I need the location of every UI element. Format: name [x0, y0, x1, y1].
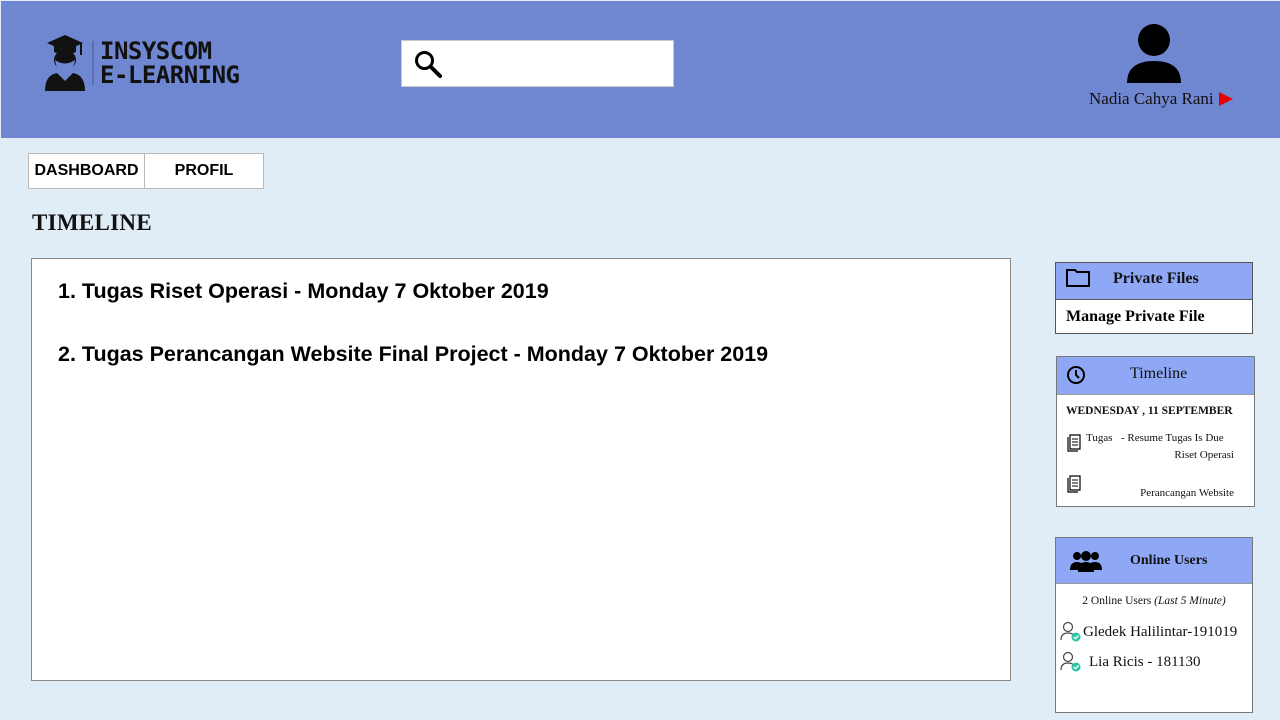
tab-profil[interactable]: PROFIL [145, 154, 263, 188]
tab-dashboard[interactable]: DASHBOARD [29, 154, 145, 188]
user-online-icon [1060, 651, 1081, 672]
timeline-date: WEDNESDAY , 11 SEPTEMBER [1066, 405, 1233, 417]
private-files-card: Private Files Manage Private File [1055, 262, 1253, 334]
timeline-panel: 1. Tugas Riset Operasi - Monday 7 Oktobe… [31, 258, 1011, 681]
nav-tabs: DASHBOARD PROFIL [28, 153, 264, 189]
logo-text: INSYSCOM E-LEARNING [100, 39, 240, 87]
logo-divider [92, 41, 94, 85]
dropdown-caret-icon[interactable] [1218, 91, 1234, 107]
users-group-icon [1070, 551, 1102, 572]
folder-icon [1066, 269, 1090, 287]
page-title: TIMELINE [32, 210, 152, 235]
top-header: INSYSCOM E-LEARNING Nadia Cahya Rani [1, 1, 1280, 138]
user-avatar-icon [1127, 24, 1181, 83]
user-online-icon [1060, 621, 1081, 642]
user-menu[interactable]: Nadia Cahya Rani [1081, 21, 1251, 121]
search-box[interactable] [401, 40, 674, 87]
online-users-card: Online Users 2 Online Users (Last 5 Minu… [1055, 537, 1253, 713]
private-files-title: Private Files [1113, 270, 1199, 287]
online-users-title: Online Users [1130, 553, 1208, 568]
online-user[interactable]: Gledek Halilintar-191019 [1060, 620, 1250, 644]
online-users-header: Online Users [1056, 538, 1252, 584]
search-input[interactable] [452, 47, 667, 81]
online-user[interactable]: Lia Ricis - 181130 [1060, 650, 1250, 674]
logo-line1: INSYSCOM [100, 37, 212, 65]
private-files-header: Private Files [1056, 263, 1252, 300]
online-count-text: 2 Online Users [1082, 595, 1152, 607]
timeline-card-header: Timeline [1057, 357, 1254, 395]
manage-private-file-link[interactable]: Manage Private File [1066, 308, 1205, 326]
timeline-card-title: Timeline [1130, 365, 1188, 382]
online-count-note: (Last 5 Minute) [1154, 595, 1226, 607]
clock-icon [1067, 366, 1085, 384]
app-logo[interactable]: INSYSCOM E-LEARNING [45, 35, 245, 93]
timeline-item[interactable]: 1. Tugas Riset Operasi - Monday 7 Oktobe… [58, 279, 549, 304]
timeline-event-text[interactable]: - Resume Tugas Is Due [1121, 432, 1224, 444]
document-icon [1067, 434, 1081, 452]
logo-line2: E-LEARNING [100, 61, 240, 89]
online-users-count: 2 Online Users (Last 5 Minute) [1056, 595, 1252, 607]
search-icon[interactable] [414, 50, 442, 78]
timeline-event-course: Perancangan Website [1140, 487, 1234, 499]
timeline-item[interactable]: 2. Tugas Perancangan Website Final Proje… [58, 342, 768, 367]
user-name[interactable]: Nadia Cahya Rani [1089, 89, 1214, 109]
graduate-icon [45, 35, 85, 91]
timeline-event-label: Tugas [1086, 432, 1113, 444]
timeline-event-course: Riset Operasi [1174, 449, 1234, 461]
timeline-card: Timeline WEDNESDAY , 11 SEPTEMBER Tugas … [1056, 356, 1255, 507]
document-icon [1067, 475, 1081, 493]
online-user-name[interactable]: Lia Ricis - 181130 [1089, 654, 1201, 671]
online-user-name[interactable]: Gledek Halilintar-191019 [1083, 624, 1237, 641]
